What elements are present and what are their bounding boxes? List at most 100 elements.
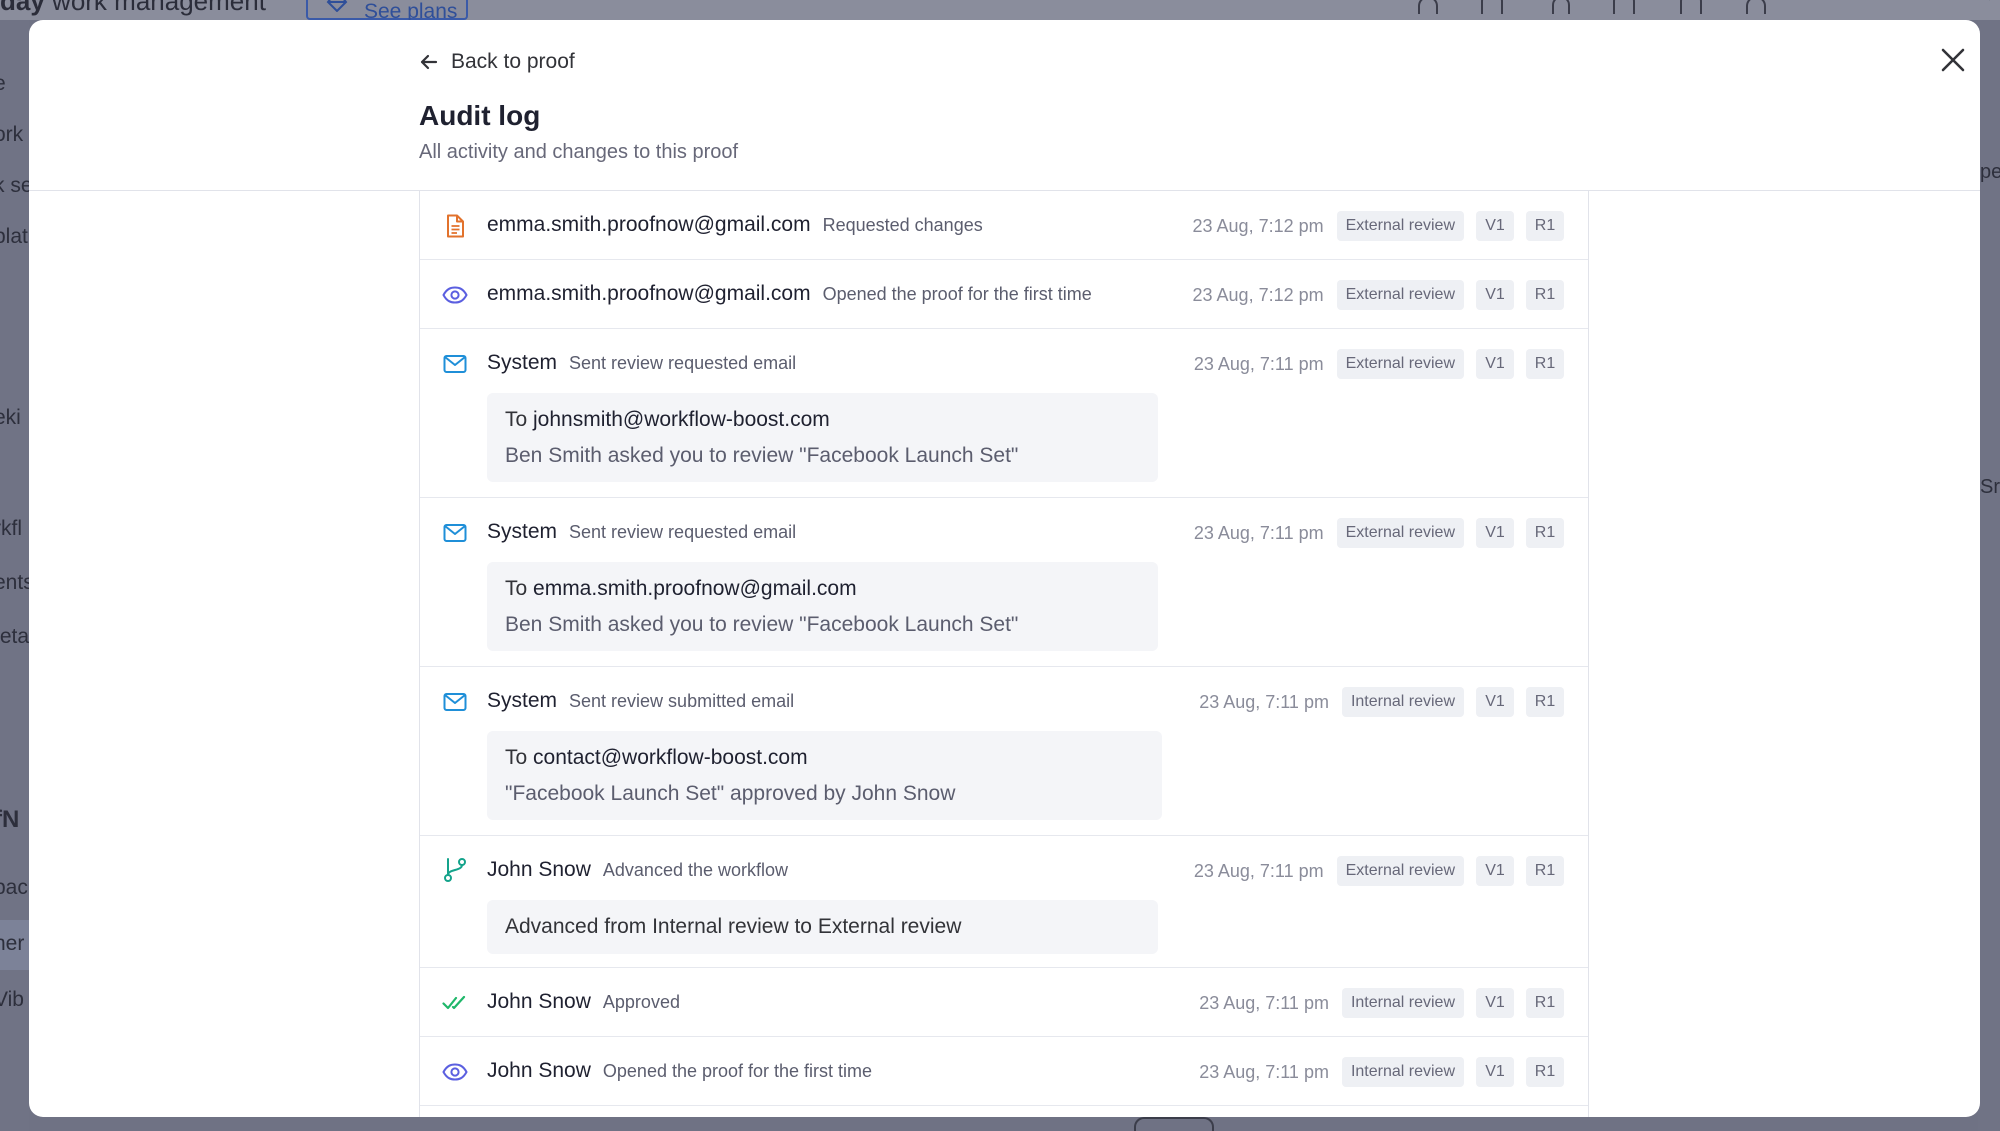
- stage-badge: Internal review: [1341, 687, 1464, 717]
- branch-icon: [442, 857, 468, 883]
- entry-text: John Snow Advanced the workflow: [487, 858, 788, 882]
- email-recipient: johnsmith@workflow-boost.com: [533, 408, 830, 431]
- close-icon: [1941, 48, 1965, 72]
- entry-action: Sent review requested email: [569, 353, 797, 373]
- entry-timestamp: 23 Aug, 7:11 pm: [1199, 1061, 1329, 1082]
- email-to-prefix: To: [505, 577, 534, 600]
- mail-icon: [442, 689, 468, 715]
- background-text: pac: [0, 876, 28, 899]
- entry-timestamp: 23 Aug, 7:11 pm: [1193, 353, 1324, 374]
- audit-log-list[interactable]: emma.smith.proofnow@gmail.com Requested c…: [419, 191, 1589, 1117]
- version-badge: V1: [1476, 687, 1514, 717]
- version-badge: V1: [1476, 1057, 1514, 1087]
- email-summary: "Facebook Launch Set" approved by John S…: [505, 782, 956, 805]
- entry-action: Opened the proof for the first time: [602, 1061, 873, 1081]
- entry-meta: 23 Aug, 7:11 pm External review V1 R1: [1194, 856, 1564, 886]
- background-text: ork: [0, 123, 24, 146]
- eye-icon: [442, 1059, 468, 1085]
- entry-action: Opened the proof for the first time: [822, 284, 1092, 304]
- email-summary: Ben Smith asked you to review "Facebook …: [505, 613, 1019, 636]
- diamond-icon: [326, 0, 348, 12]
- entry-action: Sent review requested email: [569, 522, 797, 542]
- entry-meta: 23 Aug, 7:11 pm Internal review V1 R1: [1199, 687, 1564, 717]
- email-recipient: contact@workflow-boost.com: [533, 746, 808, 769]
- email-detail-box: To johnsmith@workflow-boost.com Ben Smit…: [487, 393, 1158, 482]
- assistant-icon: [1680, 0, 1702, 14]
- entry-meta: 23 Aug, 7:11 pm Internal review V1 R1: [1199, 988, 1564, 1018]
- background-text: e: [0, 72, 6, 96]
- bell-icon: [1418, 0, 1438, 14]
- close-button[interactable]: [1929, 36, 1977, 84]
- help-icon: [1814, 0, 1830, 14]
- log-entry: System Sent review requested email 23 Aug…: [420, 329, 1588, 498]
- entry-actor: emma.smith.proofnow@gmail.com: [487, 282, 811, 305]
- log-entry: emma.smith.proofnow@gmail.com Opened the …: [420, 260, 1588, 329]
- entry-text: emma.smith.proofnow@gmail.com Opened the …: [487, 282, 1092, 306]
- email-recipient: emma.smith.proofnow@gmail.com: [533, 577, 857, 600]
- log-entry: emma.smith.proofnow@gmail.com Requested c…: [420, 191, 1588, 260]
- log-entry: John Snow Approved 23 Aug, 7:11 pm Intern…: [420, 968, 1588, 1037]
- back-to-proof-link[interactable]: Back to proof: [419, 44, 619, 80]
- round-badge: R1: [1526, 687, 1564, 717]
- log-entry: John Snow Opened the proof for the first …: [420, 1037, 1588, 1106]
- version-badge: V1: [1476, 518, 1514, 548]
- inbox-icon: [1481, 0, 1503, 14]
- background-text: k se: [0, 174, 33, 197]
- eye-icon: [442, 282, 468, 308]
- entry-actor: emma.smith.proofnow@gmail.com: [487, 213, 811, 236]
- stage-badge: External review: [1336, 280, 1464, 310]
- search-icon: [1746, 0, 1766, 14]
- entry-actor: System: [487, 520, 558, 543]
- background-see-plans-button: See plans: [306, 0, 468, 23]
- grid-menu-icon: [1956, 0, 1990, 14]
- entry-timestamp: 23 Aug, 7:11 pm: [1199, 992, 1329, 1013]
- round-badge: R1: [1526, 856, 1564, 886]
- email-detail-box: To emma.smith.proofnow@gmail.com Ben Smi…: [487, 562, 1158, 651]
- entry-meta: 23 Aug, 7:12 pm External review V1 R1: [1193, 280, 1564, 310]
- entry-actor: System: [487, 351, 558, 374]
- version-badge: V1: [1476, 349, 1514, 379]
- round-badge: R1: [1526, 211, 1564, 241]
- modal-header: Back to proof Audit log All activity and…: [419, 44, 1619, 166]
- entry-meta: 23 Aug, 7:11 pm Internal review V1 R1: [1199, 1057, 1564, 1087]
- round-badge: R1: [1526, 1057, 1564, 1087]
- entry-actor: John Snow: [487, 858, 591, 881]
- background-text: rkfl: [0, 517, 22, 540]
- stage-badge: External review: [1336, 349, 1464, 379]
- page-subtitle: All activity and changes to this proof: [419, 141, 739, 163]
- mail-icon: [442, 520, 468, 546]
- background-text: Sr: [1980, 476, 2000, 498]
- page-title: Audit log: [419, 100, 541, 131]
- log-entry: System Sent review requested email 23 Aug…: [420, 498, 1588, 667]
- entry-action: Requested changes: [822, 215, 983, 235]
- background-topbar: day work management See plans: [0, 0, 2000, 23]
- stage-badge: Internal review: [1341, 988, 1464, 1018]
- email-detail-box: To contact@workflow-boost.com "Facebook …: [487, 731, 1162, 820]
- entry-timestamp: 23 Aug, 7:11 pm: [1193, 860, 1324, 881]
- entry-action: Approved: [602, 992, 680, 1012]
- entry-timestamp: 23 Aug, 7:12 pm: [1192, 215, 1324, 236]
- background-brand: day work management: [0, 0, 266, 16]
- stage-badge: External review: [1336, 211, 1464, 241]
- version-badge: V1: [1476, 856, 1514, 886]
- entry-timestamp: 23 Aug, 7:11 pm: [1193, 522, 1324, 543]
- round-badge: R1: [1526, 518, 1564, 548]
- background-text: teta: [0, 625, 30, 648]
- background-bottom-control: [1134, 1117, 1214, 1131]
- workflow-detail-box: Advanced from Internal review to Externa…: [487, 900, 1158, 954]
- entry-text: emma.smith.proofnow@gmail.com Requested c…: [487, 213, 983, 237]
- round-badge: R1: [1526, 988, 1564, 1018]
- document-icon: [442, 213, 468, 239]
- round-badge: R1: [1526, 349, 1564, 379]
- background-text: pe: [1980, 161, 2000, 183]
- entry-text: System Sent review requested email: [487, 351, 796, 375]
- log-entry: John Snow Advanced the workflow 23 Aug, 7…: [420, 836, 1588, 968]
- entry-action: Advanced the workflow: [602, 860, 789, 880]
- entry-action: Sent review submitted email: [569, 691, 795, 711]
- entry-text: System Sent review submitted email: [487, 689, 794, 713]
- version-badge: V1: [1476, 280, 1514, 310]
- invite-icon: [1552, 0, 1570, 14]
- entry-actor: John Snow: [487, 1059, 591, 1082]
- background-text: eki: [0, 406, 21, 429]
- log-entry: System Sent review submitted email 23 Aug…: [420, 667, 1588, 836]
